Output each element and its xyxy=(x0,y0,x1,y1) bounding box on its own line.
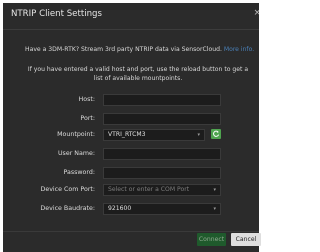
baudrate-select[interactable]: 921600 ▾ xyxy=(103,203,221,215)
password-input[interactable] xyxy=(103,167,221,179)
baudrate-value: 921600 xyxy=(108,205,132,212)
connect-button[interactable]: Connect xyxy=(197,233,226,246)
comport-select[interactable]: Select or enter a COM Port ▾ xyxy=(103,184,221,196)
username-input[interactable] xyxy=(103,148,221,160)
mountpoint-label: Mountpoint: xyxy=(57,131,95,138)
username-label: User Name: xyxy=(57,150,95,157)
comport-label: Device Com Port: xyxy=(40,186,95,193)
baudrate-label: Device Baudrate: xyxy=(40,205,95,212)
chevron-down-icon: ▾ xyxy=(197,132,200,138)
port-label: Port: xyxy=(80,115,95,122)
intro-message: Have a 3DM-RTK? Stream 3rd party NTRIP d… xyxy=(25,46,222,53)
host-label: Host: xyxy=(78,96,95,103)
more-info-link[interactable]: More info. xyxy=(224,46,254,53)
intro-text: Have a 3DM-RTK? Stream 3rd party NTRIP d… xyxy=(25,46,254,53)
dialog-title-bar: NTRIP Client Settings × xyxy=(3,3,259,30)
reload-mountpoints-button[interactable] xyxy=(211,129,221,139)
cancel-button[interactable]: Cancel xyxy=(231,233,261,246)
host-input[interactable] xyxy=(103,94,221,106)
dialog-title: NTRIP Client Settings xyxy=(11,9,102,19)
chevron-down-icon: ▾ xyxy=(213,206,216,212)
comport-placeholder: Select or enter a COM Port xyxy=(108,186,190,193)
ntrip-client-settings-dialog: NTRIP Client Settings × Have a 3DM-RTK? … xyxy=(3,3,259,252)
mountpoint-select[interactable]: VTRI_RTCM3 ▾ xyxy=(103,129,205,141)
mountpoint-value: VTRI_RTCM3 xyxy=(108,131,146,138)
close-icon[interactable]: × xyxy=(253,8,259,18)
password-label: Password: xyxy=(63,169,95,176)
mountpoint-hint: If you have entered a valid host and por… xyxy=(27,66,249,82)
port-input[interactable] xyxy=(103,113,221,125)
reload-icon xyxy=(213,130,220,137)
chevron-down-icon: ▾ xyxy=(213,187,216,193)
